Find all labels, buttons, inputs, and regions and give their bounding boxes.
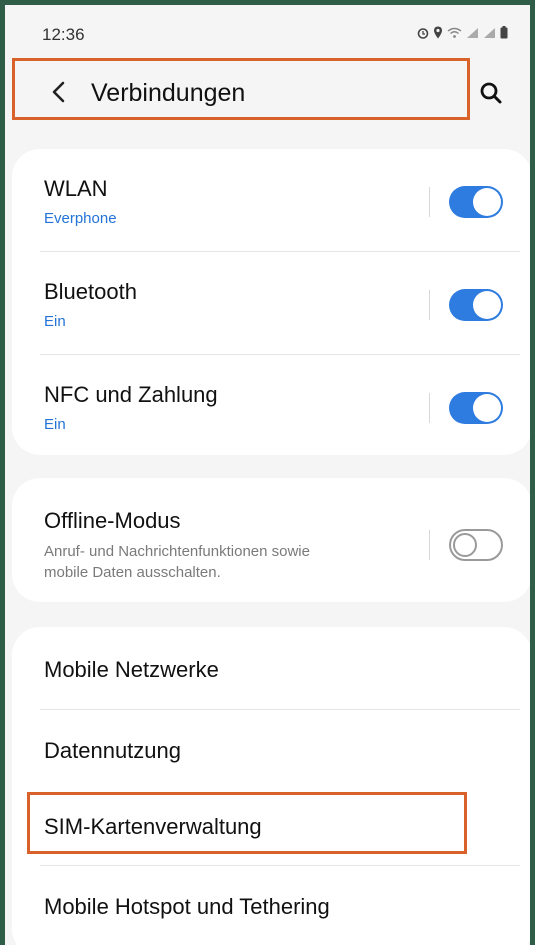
battery-icon bbox=[500, 26, 508, 41]
row-title: SIM-Kartenverwaltung bbox=[44, 814, 262, 839]
row-subtitle: Ein bbox=[44, 416, 66, 433]
row-separator bbox=[429, 290, 430, 320]
row-title: Offline-Modus bbox=[44, 508, 181, 533]
row-title: Mobile Hotspot und Tethering bbox=[44, 894, 330, 919]
wifi-icon bbox=[447, 27, 462, 41]
more-connections-card: Mobile Netzwerke Datennutzung SIM-Karten… bbox=[12, 627, 530, 945]
row-title: WLAN bbox=[44, 176, 108, 201]
connections-card: WLAN Everphone Bluetooth Ein NFC und Zah… bbox=[12, 149, 530, 455]
nfc-row[interactable]: NFC und Zahlung Ein bbox=[12, 355, 530, 455]
bluetooth-toggle[interactable] bbox=[449, 289, 503, 321]
back-button[interactable] bbox=[43, 77, 73, 107]
data-usage-row[interactable]: Datennutzung bbox=[12, 710, 530, 787]
row-title: Bluetooth bbox=[44, 279, 137, 304]
sim-card-manager-row[interactable]: SIM-Kartenverwaltung bbox=[12, 787, 530, 865]
search-button[interactable] bbox=[474, 76, 508, 110]
mobile-hotspot-row[interactable]: Mobile Hotspot und Tethering bbox=[12, 866, 530, 945]
offline-mode-row[interactable]: Offline-Modus Anruf- und Nachrichtenfunk… bbox=[12, 478, 530, 602]
status-time: 12:36 bbox=[42, 25, 85, 44]
back-arrow-icon bbox=[52, 81, 65, 103]
mobile-networks-row[interactable]: Mobile Netzwerke bbox=[12, 627, 530, 709]
toggle-knob bbox=[473, 291, 501, 319]
offline-mode-toggle[interactable] bbox=[449, 529, 503, 561]
status-bar: 12:36 bbox=[5, 5, 530, 55]
app-bar: Verbindungen bbox=[5, 60, 530, 126]
toggle-knob bbox=[473, 394, 501, 422]
status-icons bbox=[417, 26, 508, 41]
wlan-row[interactable]: WLAN Everphone bbox=[12, 149, 530, 251]
bluetooth-row[interactable]: Bluetooth Ein bbox=[12, 252, 530, 354]
row-subtitle: Everphone bbox=[44, 210, 117, 227]
location-icon bbox=[433, 26, 443, 41]
row-description-line1: Anruf- und Nachrichtenfunktionen sowie bbox=[44, 543, 310, 560]
row-title: NFC und Zahlung bbox=[44, 382, 218, 407]
row-separator bbox=[429, 530, 430, 560]
page-title: Verbindungen bbox=[91, 79, 246, 107]
row-subtitle: Ein bbox=[44, 313, 66, 330]
toggle-knob bbox=[453, 533, 477, 557]
signal-icon-1 bbox=[466, 27, 479, 41]
search-icon bbox=[480, 82, 502, 104]
phone-screen: 12:36 Verbindungen WLAN Everphone Blueto… bbox=[5, 5, 530, 945]
toggle-knob bbox=[473, 188, 501, 216]
alarm-icon bbox=[417, 27, 429, 41]
row-title: Datennutzung bbox=[44, 738, 181, 763]
row-separator bbox=[429, 393, 430, 423]
wlan-toggle[interactable] bbox=[449, 186, 503, 218]
signal-icon-2 bbox=[483, 27, 496, 41]
nfc-toggle[interactable] bbox=[449, 392, 503, 424]
row-title: Mobile Netzwerke bbox=[44, 657, 219, 682]
row-separator bbox=[429, 187, 430, 217]
offline-mode-card: Offline-Modus Anruf- und Nachrichtenfunk… bbox=[12, 478, 530, 602]
row-description-line2: mobile Daten ausschalten. bbox=[44, 564, 221, 581]
